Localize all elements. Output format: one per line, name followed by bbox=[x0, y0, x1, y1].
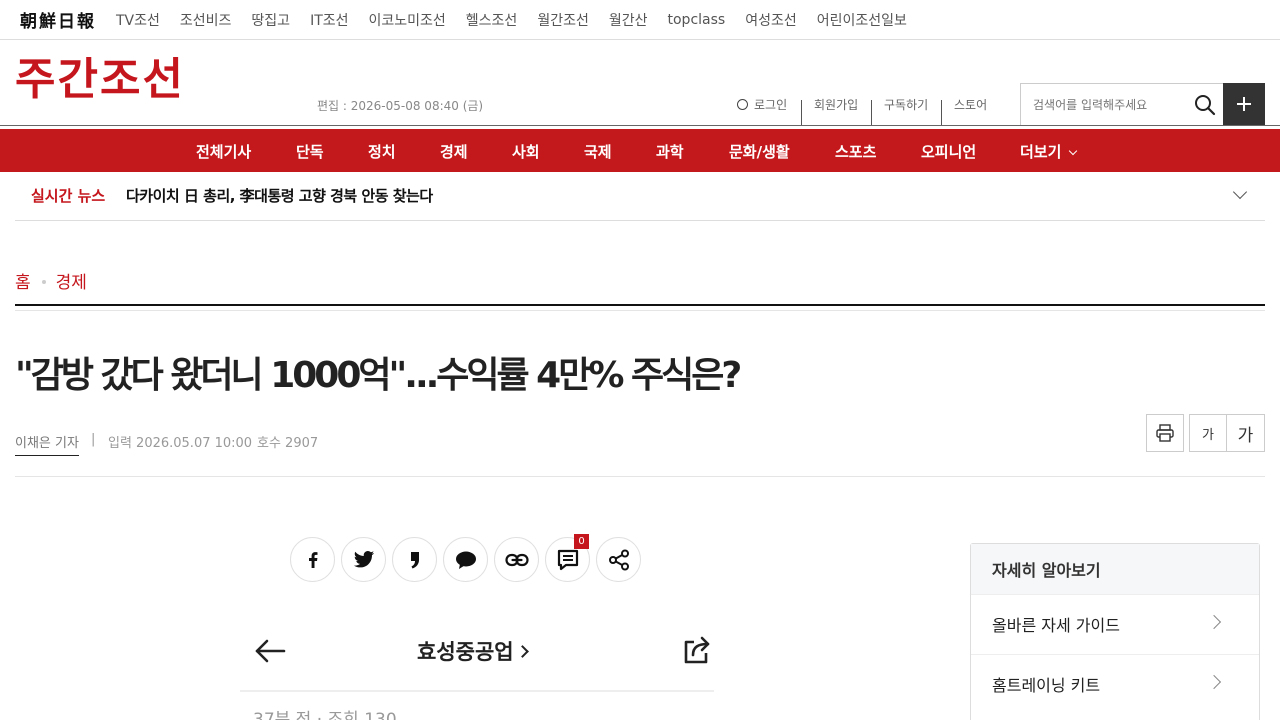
comment-count-badge: 0 bbox=[574, 534, 589, 549]
share-naver-blog-button[interactable] bbox=[392, 537, 437, 582]
image-stock-name: 효성중공업 bbox=[417, 640, 514, 664]
nav-society[interactable]: 사회 bbox=[512, 141, 540, 162]
learn-more-item[interactable]: 올바른 자세 가이드 bbox=[971, 594, 1259, 654]
author-link[interactable]: 이채은 기자 bbox=[15, 432, 79, 456]
live-news-headline[interactable]: 다카이치 日 총리, 李대통령 고향 경북 안동 찾는다 bbox=[126, 185, 433, 206]
chevron-right-icon bbox=[1206, 674, 1222, 690]
nav-economy[interactable]: 경제 bbox=[440, 141, 468, 162]
edit-date: 편집 : 2026-05-08 08:40 (금) bbox=[317, 99, 484, 113]
family-link-it[interactable]: IT조선 bbox=[310, 10, 348, 30]
quote-icon bbox=[410, 551, 419, 568]
live-news-label: 실시간 뉴스 bbox=[31, 187, 106, 205]
chevron-down-icon[interactable] bbox=[1232, 184, 1248, 200]
meta-divider bbox=[15, 476, 1265, 477]
facebook-icon bbox=[308, 551, 317, 568]
learn-more-item-label: 올바른 자세 가이드 bbox=[992, 616, 1120, 635]
link-icon bbox=[504, 553, 529, 566]
family-link-tv[interactable]: TV조선 bbox=[116, 10, 160, 30]
header-divider bbox=[0, 125, 1280, 126]
family-link-economy[interactable]: 이코노미조선 bbox=[369, 10, 446, 30]
share-kakaotalk-button[interactable] bbox=[443, 537, 488, 582]
breadcrumb-divider-thin bbox=[15, 310, 1265, 311]
learn-more-box: 자세히 알아보기 올바른 자세 가이드 홈트레이닝 키트 bbox=[970, 543, 1260, 720]
nav-more-label: 더보기 bbox=[1020, 143, 1062, 161]
family-link-biz[interactable]: 조선비즈 bbox=[180, 10, 232, 30]
user-icon bbox=[737, 99, 748, 110]
article-image: 효성중공업 37분 전 · 조회 130 bbox=[240, 617, 714, 720]
nav-exclusive[interactable]: 단독 bbox=[296, 141, 324, 162]
search-icon[interactable] bbox=[1194, 94, 1216, 116]
search-input[interactable] bbox=[1021, 84, 1181, 125]
learn-more-heading: 자세히 알아보기 bbox=[971, 544, 1259, 594]
nav-all-articles[interactable]: 전체기사 bbox=[196, 141, 251, 162]
print-button[interactable] bbox=[1146, 414, 1184, 452]
util-divider bbox=[801, 100, 802, 126]
font-increase-button[interactable]: 가 bbox=[1226, 414, 1265, 452]
family-link-women[interactable]: 여성조선 bbox=[745, 10, 797, 30]
image-stock-title: 효성중공업 bbox=[417, 636, 529, 666]
more-share-button[interactable] bbox=[596, 537, 641, 582]
breadcrumb-section[interactable]: 경제 bbox=[56, 273, 87, 293]
breadcrumb: 홈 경제 bbox=[15, 268, 87, 293]
family-link-topclass[interactable]: topclass bbox=[668, 12, 726, 28]
util-divider bbox=[871, 100, 872, 126]
search-box bbox=[1020, 83, 1224, 126]
nav-science[interactable]: 과학 bbox=[656, 141, 684, 162]
nav-more[interactable]: 더보기 bbox=[1020, 141, 1078, 162]
family-link-kids[interactable]: 어린이조선일보 bbox=[817, 10, 907, 30]
copy-link-button[interactable] bbox=[494, 537, 539, 582]
breadcrumb-divider bbox=[15, 304, 1265, 306]
family-site-bar: 朝鮮日報 TV조선 조선비즈 땅집고 IT조선 이코노미조선 헬스조선 월간조선… bbox=[0, 0, 1280, 40]
published-date: 입력 2026.05.07 10:00 bbox=[108, 436, 253, 451]
meta-separator: | bbox=[91, 432, 96, 447]
chevron-right-icon bbox=[515, 645, 529, 658]
login-label: 로그인 bbox=[754, 98, 788, 112]
share-out-icon bbox=[684, 636, 710, 664]
back-arrow-icon bbox=[255, 639, 286, 663]
share-twitter-button[interactable] bbox=[341, 537, 386, 582]
font-decrease-button[interactable]: 가 bbox=[1189, 414, 1227, 452]
breadcrumb-home[interactable]: 홈 bbox=[15, 273, 31, 293]
comment-icon bbox=[557, 549, 578, 570]
article-title: "감방 갔다 왔더니 1000억"...수익률 4만% 주식은? bbox=[15, 355, 742, 396]
nav-sports[interactable]: 스포츠 bbox=[835, 141, 876, 162]
store-link[interactable]: 스토어 bbox=[954, 96, 987, 113]
share-facebook-button[interactable] bbox=[290, 537, 335, 582]
live-news-ticker: 실시간 뉴스 다카이치 日 총리, 李대통령 고향 경북 안동 찾는다 bbox=[15, 172, 1265, 221]
issue-number: 호수 2907 bbox=[257, 436, 319, 451]
util-divider bbox=[941, 100, 942, 126]
nav-opinion[interactable]: 오피니언 bbox=[921, 141, 976, 162]
nav-culture[interactable]: 문화/생활 bbox=[729, 141, 790, 162]
chevron-right-icon bbox=[1206, 614, 1222, 630]
learn-more-item[interactable]: 홈트레이닝 키트 bbox=[971, 654, 1259, 714]
family-link-health[interactable]: 헬스조선 bbox=[466, 10, 518, 30]
subscribe-link[interactable]: 구독하기 bbox=[884, 96, 928, 113]
learn-more-item-label: 홈트레이닝 키트 bbox=[992, 676, 1101, 695]
share-icon bbox=[608, 549, 629, 570]
image-post-meta: 37분 전 · 조회 130 bbox=[253, 710, 397, 720]
nav-politics[interactable]: 정치 bbox=[368, 141, 396, 162]
printer-icon bbox=[1156, 424, 1174, 442]
family-link-monthly[interactable]: 월간조선 bbox=[537, 10, 589, 30]
login-link[interactable]: 로그인 bbox=[737, 96, 787, 113]
join-link[interactable]: 회원가입 bbox=[814, 96, 858, 113]
chosun-ilbo-logo[interactable]: 朝鮮日報 bbox=[20, 7, 96, 32]
twitter-icon bbox=[353, 550, 374, 567]
breadcrumb-separator bbox=[41, 280, 46, 284]
chevron-down-icon bbox=[1069, 146, 1078, 156]
more-menu-button[interactable] bbox=[1223, 83, 1265, 126]
image-divider bbox=[240, 690, 714, 692]
family-link-mountain[interactable]: 월간산 bbox=[609, 10, 648, 30]
site-logo[interactable]: 주간조선 bbox=[15, 58, 185, 102]
family-link-ddangjipgo[interactable]: 땅집고 bbox=[251, 10, 290, 30]
site-header: 주간조선 편집 : 2026-05-08 08:40 (금) 로그인 회원가입 … bbox=[0, 40, 1280, 126]
nav-international[interactable]: 국제 bbox=[584, 141, 612, 162]
speech-bubble-icon bbox=[455, 551, 476, 569]
main-nav: 전체기사 단독 정치 경제 사회 국제 과학 문화/생활 스포츠 오피니언 더보… bbox=[0, 129, 1280, 172]
